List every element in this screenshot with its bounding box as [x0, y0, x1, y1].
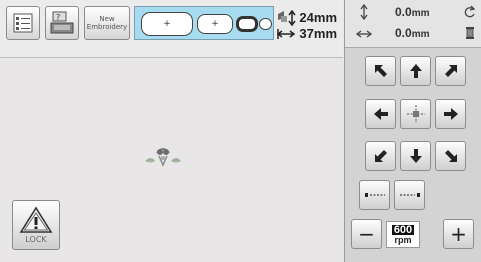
- memory-machine-button[interactable]: ?: [45, 6, 79, 40]
- pattern-width: 37mm: [299, 26, 337, 41]
- thread-spool-icon: [466, 27, 474, 39]
- move-to-center-button[interactable]: [400, 99, 431, 129]
- rotate-icon: [464, 5, 476, 18]
- new-embroidery-button[interactable]: New Embroidery: [84, 6, 130, 40]
- lock-label: LOCK: [25, 235, 47, 244]
- vertical-arrow-icon: [360, 4, 368, 20]
- frame-medium-label: +: [211, 19, 219, 29]
- sewing-speed-display: 600 rpm: [386, 221, 420, 248]
- arrow-up-right-icon: [444, 65, 457, 77]
- move-down-button[interactable]: [400, 141, 431, 171]
- frame-medium: +: [197, 14, 233, 34]
- stitch-forward-icon: [399, 193, 420, 197]
- vertical-position-value: 0.0mm: [395, 5, 429, 19]
- move-right-button[interactable]: [435, 99, 466, 129]
- move-down-left-button[interactable]: [365, 141, 396, 171]
- new-embroidery-label-line1: New: [99, 15, 115, 23]
- move-down-right-button[interactable]: [435, 141, 466, 171]
- vertical-position-unit: mm: [411, 8, 430, 19]
- embroidery-frame-indicator[interactable]: + +: [134, 6, 274, 40]
- position-readout: 0.0mm 0.0mm: [345, 0, 481, 48]
- stitch-forward-button[interactable]: [394, 180, 425, 210]
- pattern-size-display: 24mm 37mm: [275, 10, 341, 44]
- frame-large: +: [141, 12, 193, 36]
- control-panel: 0.0mm 0.0mm − 600 rpm +: [344, 0, 481, 262]
- frame-small: [236, 16, 258, 32]
- move-up-left-button[interactable]: [365, 56, 396, 86]
- horizontal-position-number: 0.0: [395, 26, 412, 40]
- move-up-button[interactable]: [400, 56, 431, 86]
- pattern-height: 24mm: [299, 10, 337, 25]
- sewing-speed-unit: rpm: [394, 234, 412, 245]
- vertical-position-number: 0.0: [395, 5, 412, 19]
- lock-button[interactable]: LOCK: [12, 200, 60, 250]
- horizontal-position-value: 0.0mm: [395, 26, 429, 40]
- arrow-left-icon: [373, 108, 388, 120]
- vertical-position-row: 0.0mm: [345, 4, 481, 22]
- stitch-back-button[interactable]: [359, 180, 390, 210]
- sewing-speed-value: 600: [391, 223, 415, 236]
- arrow-up-left-icon: [374, 65, 387, 77]
- embroidery-edit-screen: ? New Embroidery + + 24mm 37mm LOCK 0.0m…: [0, 0, 481, 262]
- stitch-back-icon: [364, 193, 385, 197]
- arrow-down-right-icon: [444, 150, 457, 162]
- list-icon: [13, 13, 33, 33]
- arrow-right-icon: [443, 108, 458, 120]
- plus-icon: +: [450, 222, 467, 246]
- top-toolbar: ? New Embroidery + + 24mm 37mm: [0, 0, 343, 58]
- arrow-up-icon: [409, 64, 422, 78]
- frame-extra-small: [259, 18, 272, 30]
- pattern-list-button[interactable]: [6, 6, 40, 40]
- minus-icon: −: [358, 222, 375, 246]
- move-left-button[interactable]: [365, 99, 396, 129]
- speed-increase-button[interactable]: +: [443, 219, 474, 249]
- horizontal-position-unit: mm: [411, 29, 430, 40]
- warning-triangle-icon: [19, 206, 53, 233]
- sewing-machine-icon: ?: [50, 11, 74, 34]
- frame-large-label: +: [163, 19, 171, 29]
- speed-decrease-button[interactable]: −: [351, 219, 382, 249]
- embroidery-pattern-preview: [145, 148, 181, 167]
- pattern-size-icon: [276, 10, 296, 39]
- new-embroidery-label-line2: Embroidery: [86, 23, 128, 31]
- move-up-right-button[interactable]: [435, 56, 466, 86]
- arrow-down-icon: [409, 149, 422, 163]
- horizontal-position-row: 0.0mm: [345, 25, 481, 43]
- horizontal-arrow-icon: [356, 30, 372, 38]
- arrow-down-left-icon: [374, 150, 387, 162]
- svg-text:?: ?: [56, 13, 60, 22]
- center-crosshair-icon: [406, 105, 425, 123]
